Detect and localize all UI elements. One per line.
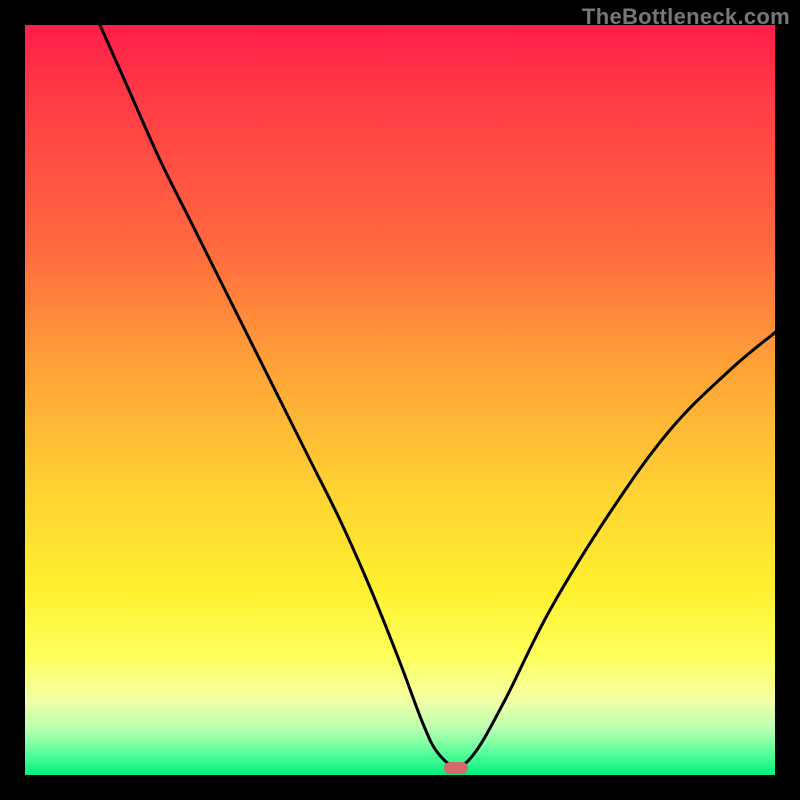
minimum-marker bbox=[444, 762, 468, 774]
bottleneck-curve bbox=[100, 25, 775, 766]
chart-canvas: TheBottleneck.com bbox=[0, 0, 800, 800]
watermark-text: TheBottleneck.com bbox=[582, 4, 790, 30]
curve-svg bbox=[25, 25, 775, 775]
plot-area bbox=[25, 25, 775, 775]
